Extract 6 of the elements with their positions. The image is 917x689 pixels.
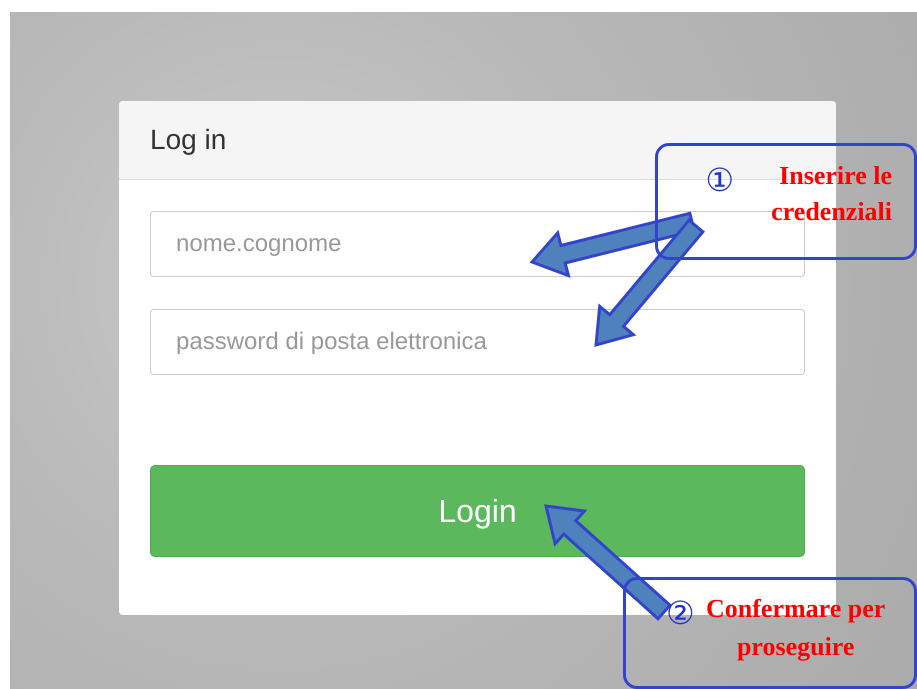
card-title: Log in: [150, 124, 226, 156]
callout-text: Confermare per proseguire: [705, 593, 886, 663]
step-number: ②: [666, 593, 695, 634]
step-number: ①: [705, 160, 734, 201]
login-button[interactable]: Login: [150, 465, 805, 557]
input-field[interactable]: password di posta elettronica: [150, 309, 805, 375]
